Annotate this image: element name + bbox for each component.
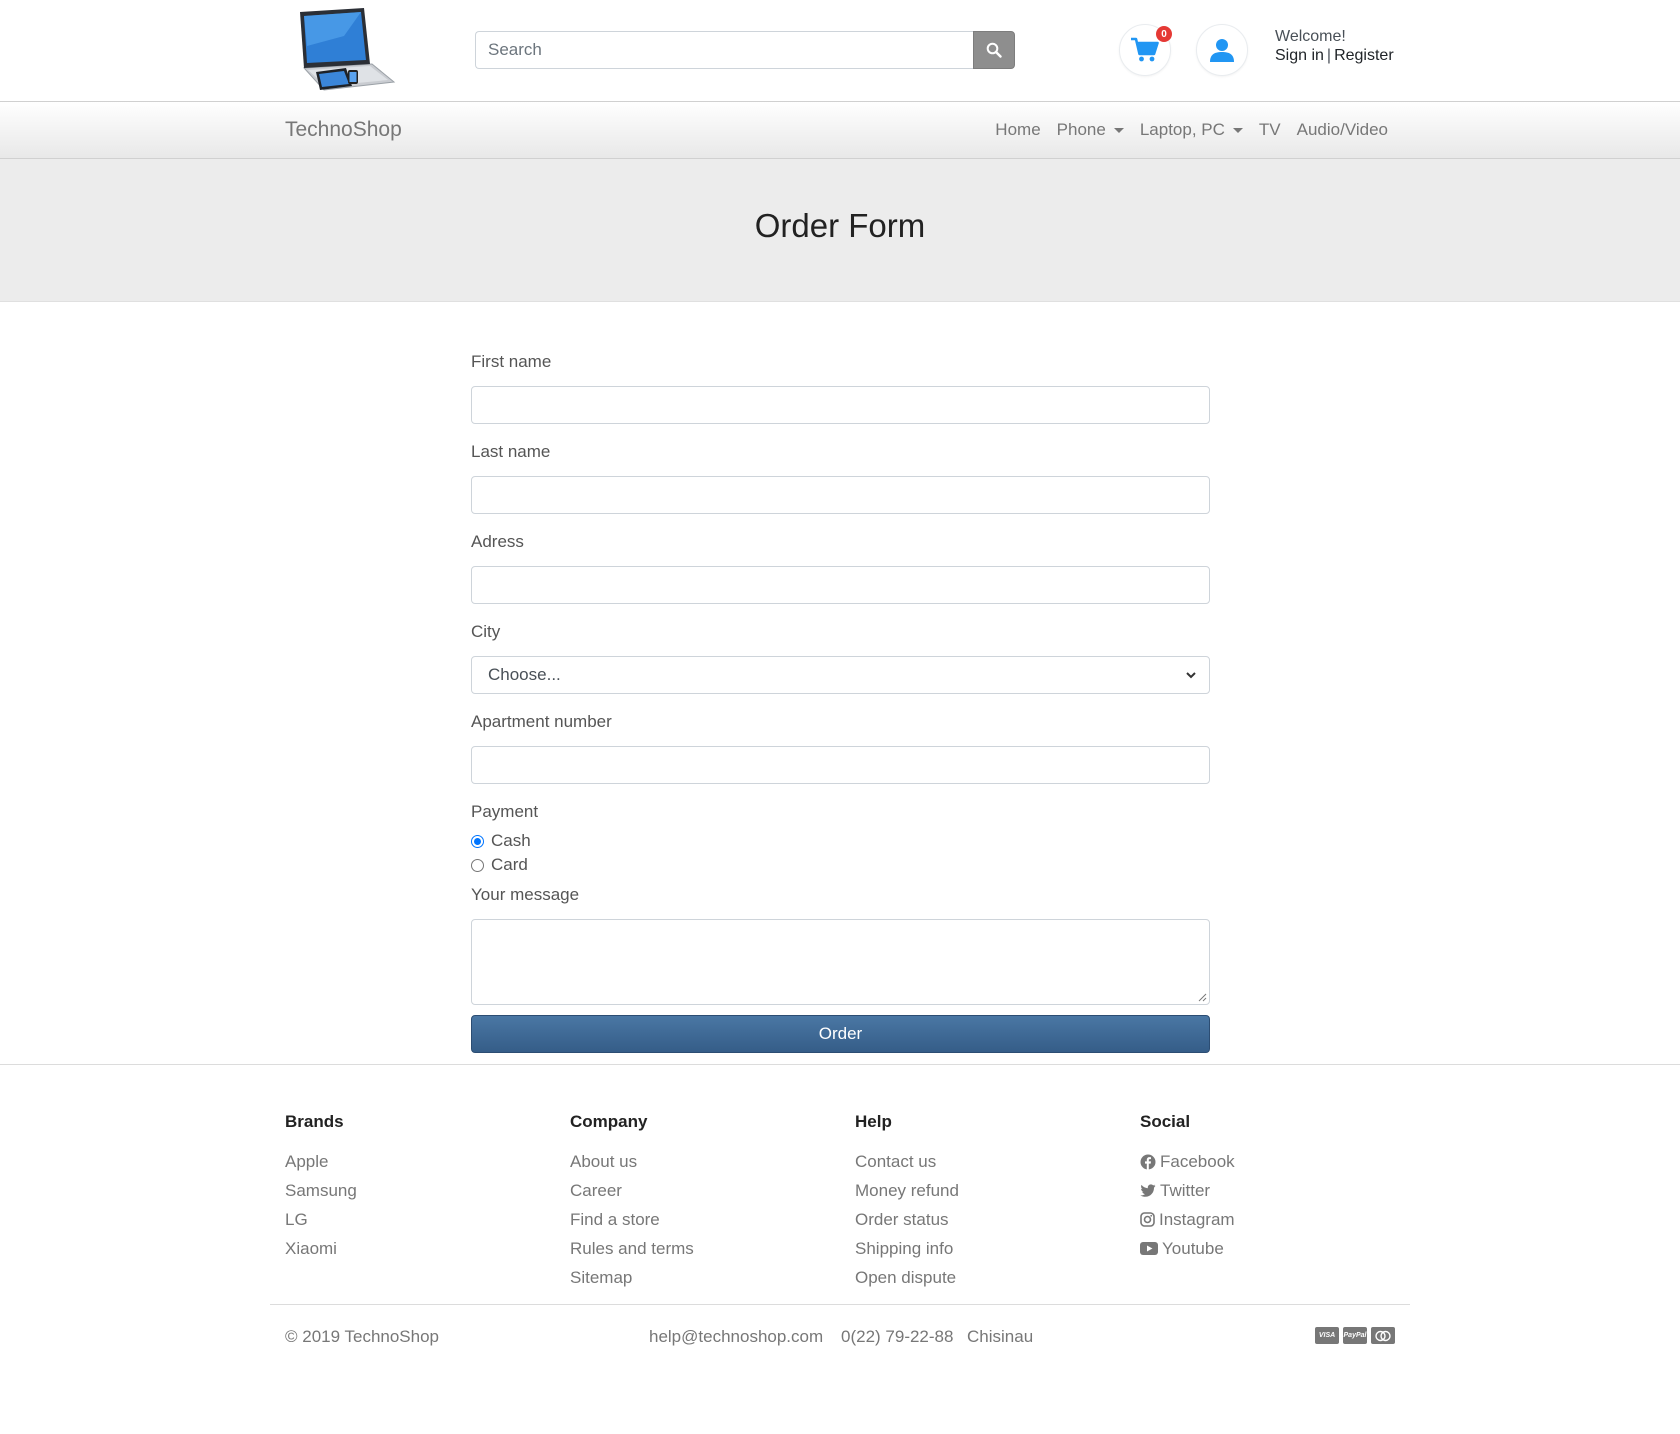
cash-radio[interactable] <box>471 834 484 848</box>
footer-link-order-status[interactable]: Order status <box>855 1205 959 1234</box>
last-name-label: Last name <box>471 442 551 461</box>
resize-handle-icon[interactable] <box>1197 992 1207 1002</box>
footer-heading-brands: Brands <box>285 1112 344 1131</box>
footer-link-rules-and-terms[interactable]: Rules and terms <box>570 1234 694 1263</box>
search-button[interactable] <box>973 31 1015 69</box>
contact-phone: 0(22) 79-22-88 <box>841 1327 954 1346</box>
footer-col-company: Company About us Career Find a store Rul… <box>570 1112 694 1292</box>
footer-link-lg[interactable]: LG <box>285 1205 357 1234</box>
paypal-icon: PayPal <box>1343 1327 1367 1344</box>
footer-link-shipping-info[interactable]: Shipping info <box>855 1234 959 1263</box>
page-header-band: Order Form <box>0 159 1680 302</box>
nav-phone-dropdown[interactable]: Phone <box>1057 120 1124 140</box>
visa-icon: VISA <box>1315 1327 1339 1344</box>
sign-in-link[interactable]: Sign in <box>1275 47 1324 64</box>
footer-bottom-divider <box>270 1304 1410 1305</box>
page-title: Order Form <box>754 207 926 244</box>
apartment-number-input[interactable] <box>471 746 1210 784</box>
search-input[interactable] <box>475 31 973 69</box>
laptop-logo[interactable] <box>294 6 396 92</box>
footer-heading-help: Help <box>855 1112 892 1131</box>
cart-button[interactable]: 0 <box>1119 24 1172 76</box>
payment-label: Payment <box>471 802 539 821</box>
address-label: Adress <box>471 532 524 551</box>
search-icon <box>986 42 1002 58</box>
welcome-text: Welcome! <box>1275 28 1346 45</box>
footer-link-sitemap[interactable]: Sitemap <box>570 1263 694 1292</box>
city-label: City <box>471 622 501 641</box>
nav-tv[interactable]: TV <box>1259 120 1281 140</box>
address-input[interactable] <box>471 566 1210 604</box>
card-radio[interactable] <box>471 858 484 872</box>
instagram-icon <box>1140 1212 1155 1227</box>
nav-links: Home Phone Laptop, PC TV Audio/Video <box>995 120 1388 140</box>
order-submit-button[interactable]: Order <box>471 1015 1210 1053</box>
caret-down-icon <box>1232 127 1243 133</box>
footer-divider <box>0 1064 1680 1065</box>
caret-down-icon <box>1113 127 1124 133</box>
copyright-text: © 2019 TechnoShop <box>285 1327 440 1346</box>
footer-bottom-bar: © 2019 TechnoShop help@technoshop.com 0(… <box>285 1327 1395 1351</box>
footer-link-open-dispute[interactable]: Open dispute <box>855 1263 959 1292</box>
main-navbar: TechnoShop Home Phone Laptop, PC TV Audi… <box>0 101 1680 159</box>
footer-link-apple[interactable]: Apple <box>285 1147 357 1176</box>
footer-col-social: Social Facebook Twitter Instagram Youtub… <box>1140 1112 1235 1263</box>
nav-home[interactable]: Home <box>995 120 1040 140</box>
first-name-label: First name <box>471 352 552 371</box>
footer-link-samsung[interactable]: Samsung <box>285 1176 357 1205</box>
nav-laptop-pc-dropdown[interactable]: Laptop, PC <box>1140 120 1243 140</box>
payment-option-cash[interactable]: Cash <box>471 829 1210 853</box>
city-select[interactable]: Choose... <box>471 656 1210 694</box>
payment-methods: VISA PayPal <box>1315 1327 1395 1344</box>
footer-link-instagram[interactable]: Instagram <box>1140 1205 1235 1234</box>
footer-col-help: Help Contact us Money refund Order statu… <box>855 1112 959 1292</box>
mastercard-icon <box>1371 1327 1395 1344</box>
user-icon <box>1210 39 1234 62</box>
city-selected-value: Choose... <box>488 665 561 684</box>
cart-icon <box>1131 37 1159 62</box>
search-bar <box>475 31 1015 69</box>
footer-link-about-us[interactable]: About us <box>570 1147 694 1176</box>
first-name-input[interactable] <box>471 386 1210 424</box>
footer-heading-social: Social <box>1140 1112 1191 1131</box>
footer-link-find-a-store[interactable]: Find a store <box>570 1205 694 1234</box>
user-account-button[interactable] <box>1196 24 1248 76</box>
auth-separator: | <box>1326 47 1332 64</box>
footer-link-facebook[interactable]: Facebook <box>1140 1147 1235 1176</box>
footer-heading-company: Company <box>570 1112 648 1131</box>
footer-col-brands: Brands Apple Samsung LG Xiaomi <box>285 1112 357 1263</box>
register-link[interactable]: Register <box>1334 47 1394 64</box>
nav-audio-video[interactable]: Audio/Video <box>1297 120 1388 140</box>
message-textarea[interactable] <box>471 919 1210 1005</box>
footer-link-career[interactable]: Career <box>570 1176 694 1205</box>
footer-link-xiaomi[interactable]: Xiaomi <box>285 1234 357 1263</box>
twitter-icon <box>1140 1183 1156 1197</box>
footer-link-contact-us[interactable]: Contact us <box>855 1147 959 1176</box>
message-label: Your message <box>471 885 580 904</box>
footer-link-twitter[interactable]: Twitter <box>1140 1176 1235 1205</box>
brand-link[interactable]: TechnoShop <box>285 118 402 142</box>
last-name-input[interactable] <box>471 476 1210 514</box>
welcome-block: Welcome! Sign in | Register <box>1275 27 1394 65</box>
chevron-down-icon <box>1186 672 1196 679</box>
cash-radio-label: Cash <box>491 831 531 850</box>
top-header: 0 Welcome! Sign in|Register <box>0 0 1680 101</box>
contact-email[interactable]: help@technoshop.com <box>649 1327 823 1347</box>
footer-link-youtube[interactable]: Youtube <box>1140 1234 1235 1263</box>
order-form: First name Last name Adress City Choose.… <box>471 352 1210 1053</box>
payment-option-card[interactable]: Card <box>471 853 1210 877</box>
facebook-icon <box>1140 1154 1156 1169</box>
apartment-number-label: Apartment number <box>471 712 612 731</box>
footer-link-money-refund[interactable]: Money refund <box>855 1176 959 1205</box>
contact-city: Chisinau <box>967 1327 1034 1346</box>
youtube-icon <box>1140 1242 1158 1255</box>
card-radio-label: Card <box>491 855 528 874</box>
cart-count-badge: 0 <box>1156 26 1172 42</box>
